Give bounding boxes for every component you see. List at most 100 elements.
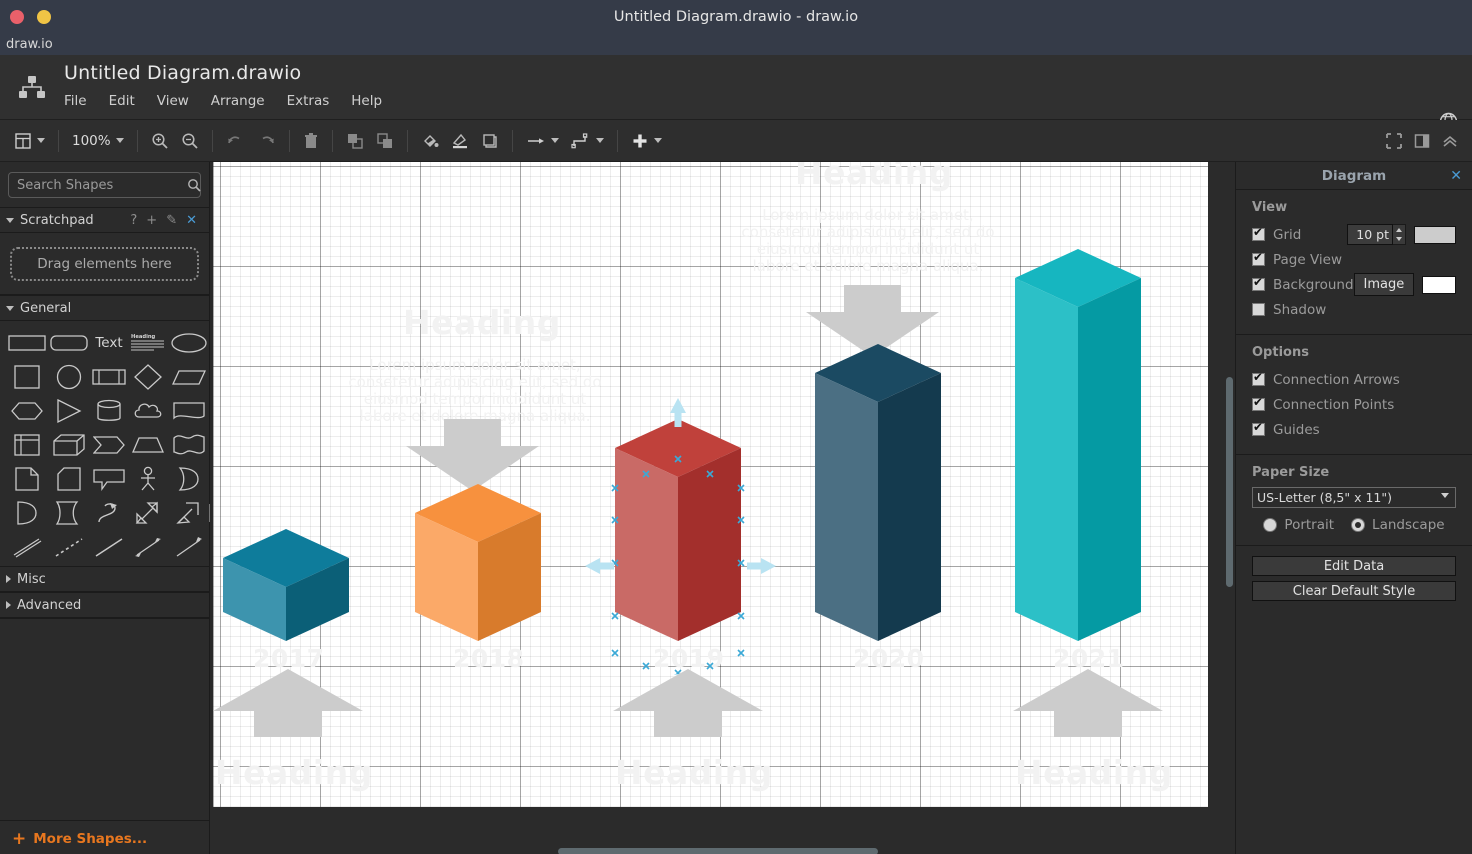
close-icon[interactable]: ✕ xyxy=(186,213,197,228)
bar-2018[interactable] xyxy=(415,484,541,641)
background-image-button[interactable]: Image xyxy=(1353,273,1415,296)
background-color-swatch[interactable] xyxy=(1422,275,1456,294)
dashed-line-shape[interactable] xyxy=(50,534,88,560)
line-shape[interactable] xyxy=(92,534,126,560)
collapse-icon[interactable] xyxy=(1436,120,1464,162)
bidirectional-connector-shape[interactable] xyxy=(130,534,166,560)
menu-item-file[interactable]: File xyxy=(64,93,87,109)
heading-top-center[interactable]: Heading xyxy=(795,162,953,192)
delete-icon[interactable] xyxy=(297,120,325,162)
text-shape[interactable]: Text xyxy=(92,330,126,356)
line-color-icon[interactable] xyxy=(445,120,475,162)
to-front-icon[interactable] xyxy=(340,120,370,162)
clear-default-style-button[interactable]: Clear Default Style xyxy=(1252,581,1456,601)
fill-color-icon[interactable] xyxy=(415,120,445,162)
redo-icon[interactable] xyxy=(251,120,282,162)
canvas-vertical-scrollbar[interactable] xyxy=(1226,377,1233,587)
grid-color-swatch[interactable] xyxy=(1414,225,1456,244)
curve-arrow-shape[interactable] xyxy=(92,500,126,526)
note-shape[interactable] xyxy=(8,466,46,492)
search-icon[interactable] xyxy=(187,178,201,192)
diamond-shape[interactable] xyxy=(130,364,166,390)
heading-bottom-left[interactable]: Heading xyxy=(215,753,373,792)
menu-item-extras[interactable]: Extras xyxy=(287,93,330,109)
internal-storage-shape[interactable] xyxy=(8,432,46,458)
search-input[interactable] xyxy=(17,177,187,193)
shadow-checkbox[interactable] xyxy=(1252,303,1265,316)
undo-icon[interactable] xyxy=(220,120,251,162)
tape-shape[interactable] xyxy=(170,432,208,458)
insert-icon[interactable] xyxy=(625,120,668,162)
paper-size-select[interactable]: US-Letter (8,5" x 11") xyxy=(1252,487,1456,508)
menu-item-help[interactable]: Help xyxy=(351,93,382,109)
directional-arrow-shape[interactable] xyxy=(170,500,208,526)
square-shape[interactable] xyxy=(8,364,46,390)
up-arrow-bottom-center[interactable] xyxy=(613,669,763,737)
cube-shape[interactable] xyxy=(50,432,88,458)
grid-size-input[interactable] xyxy=(1347,224,1393,245)
search-shapes-box[interactable] xyxy=(8,172,201,198)
directional-connector-shape[interactable] xyxy=(170,534,208,560)
up-arrow-bottom-left[interactable] xyxy=(213,669,363,737)
format-panel-icon[interactable] xyxy=(1408,120,1436,162)
page-view-checkbox[interactable] xyxy=(1252,250,1265,266)
grid-checkbox[interactable] xyxy=(1252,225,1265,241)
double-line-shape[interactable] xyxy=(8,534,46,560)
bar-2021[interactable] xyxy=(1015,249,1141,641)
selection-handles-2019[interactable] xyxy=(583,385,778,675)
canvas-page[interactable]: Heading Lorem ipsum dolor sit amet, cons… xyxy=(213,162,1208,807)
step-shape[interactable] xyxy=(92,432,126,458)
callout-shape[interactable] xyxy=(92,466,126,492)
add-icon[interactable]: + xyxy=(146,213,157,228)
or-shape[interactable] xyxy=(170,466,208,492)
more-shapes-button[interactable]: + More Shapes... xyxy=(0,820,209,854)
section-header-misc[interactable]: Misc xyxy=(0,566,209,592)
section-header-general[interactable]: General xyxy=(0,295,209,321)
portrait-radio[interactable] xyxy=(1263,518,1278,532)
guides-checkbox[interactable] xyxy=(1252,420,1265,436)
window-minimize-button[interactable] xyxy=(37,9,51,24)
canvas-horizontal-scrollbar[interactable] xyxy=(558,848,878,854)
to-back-icon[interactable] xyxy=(370,120,400,162)
help-icon[interactable]: ? xyxy=(130,213,137,228)
circle-shape[interactable] xyxy=(50,364,88,390)
document-shape[interactable] xyxy=(170,398,208,424)
rounded-rectangle-shape[interactable] xyxy=(50,330,88,356)
close-icon[interactable]: ✕ xyxy=(1450,168,1462,184)
bar-2020[interactable] xyxy=(815,344,941,641)
section-header-advanced[interactable]: Advanced xyxy=(0,592,209,618)
diagram-canvas[interactable]: Heading Lorem ipsum dolor sit amet, cons… xyxy=(210,162,1235,854)
body-text-top-center[interactable]: Lorem ipsum dolor sit amet, consetetur a… xyxy=(738,207,998,275)
process-shape[interactable] xyxy=(92,364,126,390)
window-close-button[interactable] xyxy=(10,9,24,24)
bar-2017[interactable] xyxy=(223,529,349,641)
heading-mid-left[interactable]: Heading xyxy=(403,303,561,342)
connection-points-checkbox[interactable] xyxy=(1252,395,1265,411)
connection-arrows-checkbox[interactable] xyxy=(1252,370,1265,386)
hexagon-shape[interactable] xyxy=(8,398,46,424)
body-text-mid-left[interactable]: Lorem ipsum dolor sit amet, consetetur a… xyxy=(345,357,605,425)
bar-label-2018[interactable]: 2018 xyxy=(453,644,525,673)
zoom-level-button[interactable]: 100% xyxy=(66,120,130,162)
scratchpad-dropzone[interactable]: Drag elements here xyxy=(10,247,199,281)
connection-arrow-icon[interactable] xyxy=(520,120,565,162)
bidirectional-arrow-shape[interactable] xyxy=(130,500,166,526)
grid-size-spin-buttons[interactable] xyxy=(1393,224,1406,245)
fullscreen-icon[interactable] xyxy=(1380,120,1408,162)
edit-data-button[interactable]: Edit Data xyxy=(1252,556,1456,576)
background-checkbox[interactable] xyxy=(1252,275,1265,291)
menu-item-arrange[interactable]: Arrange xyxy=(211,93,265,109)
actor-shape[interactable] xyxy=(130,466,166,492)
heading-bottom-right[interactable]: Heading xyxy=(1015,753,1173,792)
bar-label-2020[interactable]: 2020 xyxy=(853,644,925,673)
parallelogram-shape[interactable] xyxy=(170,364,208,390)
heading-bottom-center[interactable]: Heading xyxy=(615,753,773,792)
ellipse-shape[interactable] xyxy=(170,330,208,356)
edit-icon[interactable]: ✎ xyxy=(166,213,177,228)
down-arrow-mid-left[interactable] xyxy=(406,419,539,491)
data-storage-shape[interactable] xyxy=(50,500,88,526)
cylinder-shape[interactable] xyxy=(92,398,126,424)
cloud-shape[interactable] xyxy=(130,398,166,424)
section-header-scratchpad[interactable]: Scratchpad ? + ✎ ✕ xyxy=(0,207,209,233)
menu-item-edit[interactable]: Edit xyxy=(109,93,135,109)
